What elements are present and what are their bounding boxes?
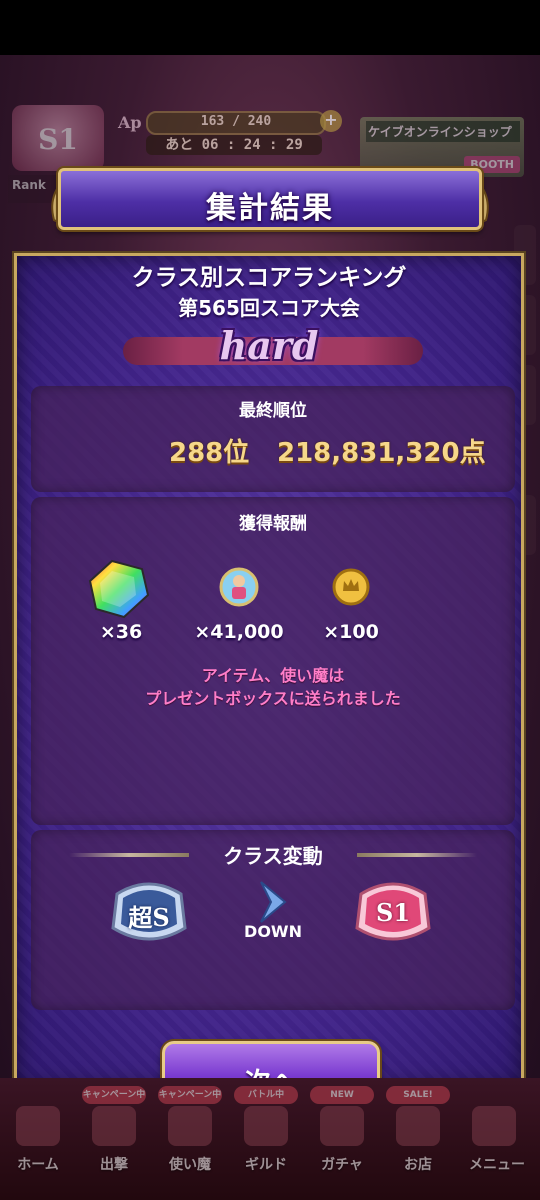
sale-badge: SALE! — [386, 1086, 450, 1104]
nav-item-label: メニュー — [469, 1157, 525, 1173]
nav-item-label: お店 — [404, 1157, 432, 1173]
delivery-notice-line2: プレゼントボックスに送られました — [145, 689, 401, 708]
reward-count: ×36 — [99, 621, 143, 643]
final-rank-heading: 最終順位 — [239, 401, 307, 421]
rank-position: 288位 — [169, 438, 250, 468]
ranking-subtitle: クラス別スコアランキング — [131, 265, 407, 291]
sortie-icon — [92, 1106, 136, 1146]
reward-item: ×36 — [76, 557, 166, 647]
reward-item: ×41,000 — [194, 557, 284, 647]
battle-badge: バトル中 — [234, 1086, 298, 1104]
campaign-badge: キャンペーン中 — [158, 1086, 222, 1104]
nav-item-home[interactable]: ホーム — [2, 1086, 74, 1196]
rainbow-gem-icon — [88, 559, 150, 619]
nav-item-familiars[interactable]: キャンペーン中 使い魔 — [154, 1086, 226, 1196]
game-screen: S1 Rank Ap 163 / 240 あと 06 : 24 : 29 + ケ… — [0, 55, 540, 1200]
previous-class-label: 超S — [128, 903, 170, 932]
new-class-label: S1 — [375, 898, 411, 927]
nav-item-guild[interactable]: バトル中 ギルド — [230, 1086, 302, 1196]
tournament-name: 第565回スコア大会 — [178, 296, 360, 320]
shop-icon — [396, 1106, 440, 1146]
bottom-nav: ホーム キャンペーン中 出撃 キャンペーン中 使い魔 バトル中 ギルド NEW … — [0, 1078, 540, 1200]
ap-label: Ap — [118, 113, 142, 132]
book-icon — [472, 1106, 516, 1146]
nav-item-label: ホーム — [17, 1157, 59, 1173]
class-direction-label: DOWN — [244, 922, 302, 941]
campaign-badge: キャンペーン中 — [82, 1086, 146, 1104]
familiar-icon — [168, 1106, 212, 1146]
final-rank-panel: 最終順位 288位 218,831,320点 — [31, 386, 515, 492]
score-value: 218,831,320点 — [277, 438, 486, 468]
delivery-notice-line1: アイテム、使い魔は — [201, 666, 345, 685]
new-badge: NEW — [310, 1086, 374, 1104]
nav-item-sortie[interactable]: キャンペーン中 出撃 — [78, 1086, 150, 1196]
nav-item-label: 出撃 — [100, 1157, 128, 1173]
class-emblem-label: S1 — [38, 123, 78, 156]
reward-count: ×100 — [323, 621, 379, 643]
class-change-heading: クラス変動 — [223, 844, 323, 868]
home-icon — [16, 1106, 60, 1146]
gacha-icon — [320, 1106, 364, 1146]
dialog-title-plate: 集計結果 — [58, 168, 482, 230]
familiar-medal-icon — [219, 567, 259, 607]
previous-class-badge: 超S — [107, 874, 191, 950]
ap-timer: あと 06 : 24 : 29 — [146, 135, 322, 155]
rewards-heading: 獲得報酬 — [239, 514, 307, 534]
gold-coin-icon — [332, 568, 370, 606]
reward-item: ×100 — [306, 557, 396, 647]
ap-gauge: 163 / 240 — [146, 111, 326, 135]
result-dialog: クラス別スコアランキング 第565回スコア大会 hard 最終順位 288位 2… — [14, 253, 524, 1088]
chevron-right-icon — [260, 881, 287, 923]
nav-item-label: ガチャ — [321, 1157, 363, 1173]
status-bar — [0, 0, 540, 55]
dialog-title: 集計結果 — [206, 191, 334, 226]
class-change-panel: クラス変動 超S DOWN S1 — [31, 830, 515, 1010]
nav-item-menu[interactable]: メニュー — [458, 1086, 536, 1196]
nav-item-label: ギルド — [245, 1157, 287, 1173]
add-ap-button[interactable]: + — [320, 110, 342, 132]
rewards-panel: 獲得報酬 ×36 ×41,000 ×100 アイテム、使い魔は プレゼントボック… — [31, 497, 515, 825]
shop-banner-title: ケイブオンラインショップ — [366, 121, 520, 142]
difficulty-label: hard — [219, 323, 319, 368]
reward-count: ×41,000 — [194, 621, 284, 643]
nav-item-gacha[interactable]: NEW ガチャ — [306, 1086, 378, 1196]
guild-icon — [244, 1106, 288, 1146]
nav-item-label: 使い魔 — [169, 1157, 211, 1173]
new-class-badge: S1 — [351, 874, 435, 950]
nav-item-shop[interactable]: SALE! お店 — [382, 1086, 454, 1196]
